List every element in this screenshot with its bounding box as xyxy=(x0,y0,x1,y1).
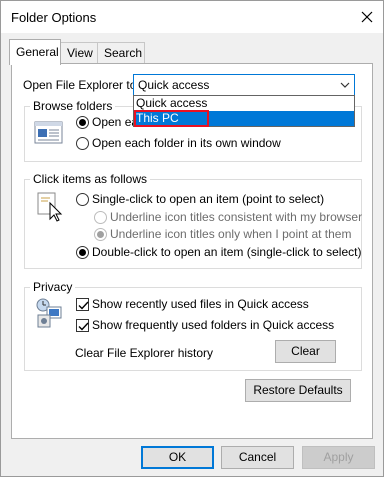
title-bar: Folder Options xyxy=(1,1,383,33)
own-window-label: Open each folder in its own window xyxy=(92,136,281,150)
general-tab-panel: Open File Explorer to: Quick access Quic… xyxy=(11,63,373,439)
open-explorer-options-list: Quick access This PC xyxy=(133,95,355,127)
underline-point-label: Underline icon titles only when I point … xyxy=(110,227,352,241)
pointer-click-icon xyxy=(36,191,64,223)
frequent-folders-label: Show frequently used folders in Quick ac… xyxy=(92,318,335,332)
radio-single-click[interactable] xyxy=(76,193,89,206)
click-items-title: Click items as follows xyxy=(30,172,151,186)
clear-button[interactable]: Clear xyxy=(275,340,336,363)
clear-history-label: Clear File Explorer history xyxy=(75,346,214,360)
recent-files-label: Show recently used files in Quick access xyxy=(92,297,309,311)
checkbox-recent-files[interactable] xyxy=(76,298,89,311)
radio-underline-point[interactable] xyxy=(94,228,107,241)
checkbox-frequent-folders[interactable] xyxy=(76,319,89,332)
apply-button[interactable]: Apply xyxy=(302,446,375,469)
browse-folders-icon xyxy=(34,120,64,146)
open-explorer-label: Open File Explorer to: xyxy=(23,78,140,92)
underline-consistent-label: Underline icon titles consistent with my… xyxy=(110,210,363,224)
checkmark-icon xyxy=(78,322,89,331)
window-title: Folder Options xyxy=(11,10,97,25)
ok-button[interactable]: OK xyxy=(141,446,214,469)
radio-same-window[interactable] xyxy=(76,116,89,129)
radio-double-click[interactable] xyxy=(76,246,89,259)
radio-own-window[interactable] xyxy=(76,137,89,150)
folder-options-dialog: Folder Options General View Search Open … xyxy=(0,0,384,477)
privacy-icon xyxy=(34,295,66,329)
radio-underline-consistent[interactable] xyxy=(94,211,107,224)
privacy-title: Privacy xyxy=(30,280,76,294)
open-explorer-value: Quick access xyxy=(138,78,210,92)
browse-folders-title: Browse folders xyxy=(30,99,116,113)
tab-search[interactable]: Search xyxy=(97,42,145,64)
checkmark-icon xyxy=(78,301,89,310)
tab-view[interactable]: View xyxy=(60,42,98,64)
cancel-button[interactable]: Cancel xyxy=(221,446,294,469)
close-icon[interactable] xyxy=(355,5,379,29)
restore-defaults-button[interactable]: Restore Defaults xyxy=(245,379,351,402)
single-click-label: Single-click to open an item (point to s… xyxy=(92,192,325,206)
option-quick-access[interactable]: Quick access xyxy=(134,96,354,111)
highlight-box xyxy=(134,110,209,127)
open-explorer-dropdown[interactable]: Quick access xyxy=(133,74,355,96)
chevron-down-icon xyxy=(340,82,350,88)
tab-general[interactable]: General xyxy=(9,39,61,65)
double-click-label: Double-click to open an item (single-cli… xyxy=(92,245,362,259)
